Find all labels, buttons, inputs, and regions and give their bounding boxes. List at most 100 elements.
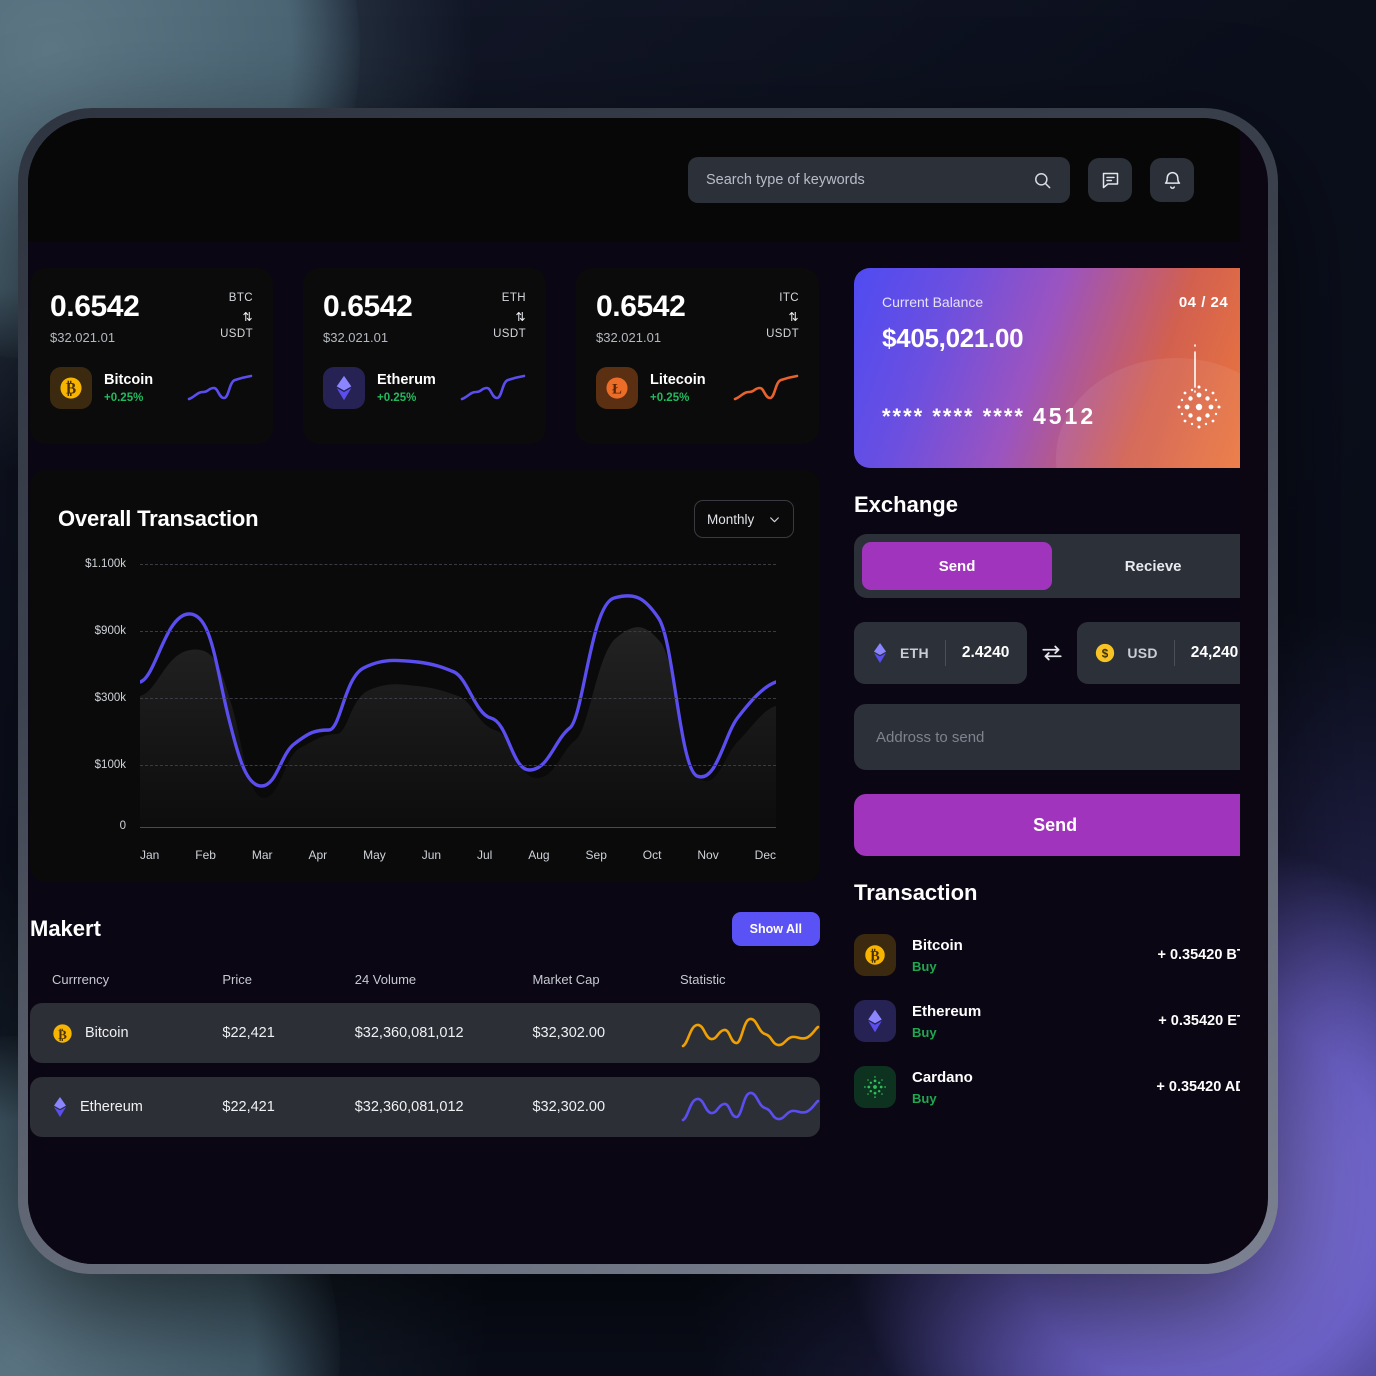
svg-text:₿: ₿ (870, 948, 880, 964)
x-tick-label: Jul (476, 848, 493, 862)
transaction-amount: + 0.35420 BTC (1157, 947, 1240, 963)
divider (944, 640, 946, 666)
column-header-market-cap: Market Cap (532, 972, 600, 987)
exchange-from-symbol: ETH (900, 645, 929, 661)
column-header-price: Price (222, 972, 252, 987)
exchange-title: Exchange (854, 492, 958, 517)
cell-statistic (680, 1003, 820, 1063)
column-header-statistic: Statistic (680, 972, 726, 987)
statistic-sparkline (680, 1012, 820, 1054)
chart-gridline (140, 564, 776, 565)
send-button[interactable]: Send (854, 794, 1240, 856)
address-input[interactable] (854, 704, 1240, 770)
exchange-from-chip[interactable]: ETH 2.4240 (854, 622, 1028, 684)
list-item[interactable]: Ethereum Buy + 0.35420 ETH (854, 988, 1240, 1054)
divider (1173, 640, 1175, 666)
transaction-amount: + 0.35420 ADA (1156, 1079, 1240, 1095)
ethereum-icon (323, 367, 365, 409)
cell-market-cap: $32,302.00 (532, 1003, 680, 1063)
cell-price: $22,421 (222, 1003, 355, 1063)
chart-gridline (140, 698, 776, 699)
swap-arrows-icon[interactable] (1039, 640, 1065, 666)
swap-vertical-icon: ⇅ (515, 309, 526, 324)
x-tick-label: Nov (697, 848, 719, 862)
transaction-type: Buy (912, 1024, 937, 1040)
coin-amount: 0.6542 (596, 290, 686, 323)
swap-vertical-icon: ⇅ (788, 309, 799, 324)
cardano-dots-icon (1174, 382, 1224, 432)
list-item[interactable]: ₿ Bitcoin Buy + 0.35420 BTC (854, 922, 1240, 988)
overall-transaction-card: Overall Transaction Monthly $1.100k $900… (30, 470, 820, 882)
card-number-masked: **** **** **** (882, 404, 1025, 429)
cell-price: $22,421 (222, 1077, 355, 1137)
transaction-amount: + 0.35420 ETH (1158, 1013, 1240, 1029)
ethereum-icon (52, 1096, 68, 1118)
exchange-to-value[interactable]: 24,240 (1191, 644, 1238, 662)
cell-market-cap: $32,302.00 (532, 1077, 680, 1137)
chart-gridline (140, 631, 776, 632)
coin-name: Etherum (377, 372, 436, 388)
x-tick-label: Jun (421, 848, 442, 862)
coin-quote-symbol: USDT (766, 328, 799, 341)
svg-text:$: $ (1102, 648, 1109, 661)
coin-card-litecoin[interactable]: 0.6542 $32.021.01 ITC ⇅ USDT Ł Litecoin … (576, 268, 819, 444)
currency-name: Ethereum (80, 1099, 143, 1115)
coin-card-etherum[interactable]: 0.6542 $32.021.01 ETH ⇅ USDT Etherum +0.… (303, 268, 546, 444)
x-tick-label: May (363, 848, 386, 862)
coin-usd-value: $32.021.01 (50, 330, 116, 345)
transaction-type: Buy (912, 958, 937, 974)
search-input[interactable] (706, 172, 1033, 188)
transaction-name: Cardano (912, 1068, 973, 1086)
coin-card-bitcoin[interactable]: 0.6542 $32.021.01 BTC ⇅ USDT ₿ Bitcoin +… (30, 268, 273, 444)
litecoin-icon: Ł (596, 367, 638, 409)
search-icon[interactable] (1033, 171, 1052, 190)
messages-button[interactable] (1088, 158, 1132, 202)
balance-label: Current Balance (882, 294, 984, 310)
table-row[interactable]: ₿ Bitcoin $22,421 $32,360,081,012 $32,30… (30, 1003, 820, 1063)
transaction-type: Buy (912, 1090, 937, 1106)
table-header-row: Currrency Price 24 Volume Market Cap Sta… (30, 966, 820, 989)
table-row[interactable]: Ethereum $22,421 $32,360,081,012 $32,302… (30, 1077, 820, 1137)
notifications-button[interactable] (1150, 158, 1194, 202)
search-bar[interactable] (688, 157, 1070, 203)
balance-amount: $405,021.00 (882, 323, 1024, 353)
contactless-icon (1188, 342, 1202, 394)
coin-sparkline (187, 368, 253, 408)
cell-volume: $32,360,081,012 (354, 1003, 533, 1063)
x-tick-label: Jan (140, 848, 160, 862)
balance-card[interactable]: Current Balance 04 / 24 $405,021.00 ****… (854, 268, 1240, 468)
coin-quote-symbol: USDT (220, 328, 253, 341)
exchange-swap-row: ETH 2.4240 $ USD 24,240 (854, 622, 1240, 684)
exchange-to-chip[interactable]: $ USD 24,240 (1077, 622, 1240, 684)
coin-usd-value: $32.021.01 (323, 330, 389, 345)
column-header-volume: 24 Volume (354, 972, 417, 987)
exchange-mode-toggle: Send Recieve (854, 534, 1240, 598)
coin-base-symbol: BTC (228, 292, 253, 304)
transaction-name: Ethereum (912, 1002, 982, 1020)
card-number-last4: 4512 (1032, 403, 1097, 429)
list-item[interactable]: Cardano Buy + 0.35420 ADA (854, 1054, 1240, 1120)
svg-text:₿: ₿ (66, 381, 76, 398)
bitcoin-icon: ₿ (854, 934, 896, 976)
period-select[interactable]: Monthly (694, 500, 794, 538)
tab-send[interactable]: Send (862, 542, 1053, 590)
ethereum-icon (854, 1000, 896, 1042)
tab-recieve[interactable]: Recieve (1058, 542, 1240, 590)
show-all-button[interactable]: Show All (731, 912, 820, 946)
bitcoin-icon: ₿ (52, 1023, 73, 1044)
exchange-from-value[interactable]: 2.4240 (962, 644, 1009, 662)
x-tick-label: Aug (528, 848, 550, 862)
chart-x-axis-line (140, 827, 776, 828)
chart-x-axis: Jan Feb Mar Apr May Jun Jul Aug Sep Oct … (140, 848, 776, 862)
transaction-chart: $1.100k $900k $300k $100k 0 Jan Feb Mar … (58, 558, 794, 862)
market-header: Makert Show All (30, 912, 820, 946)
coin-change: +0.25% (377, 392, 417, 404)
transaction-list: ₿ Bitcoin Buy + 0.35420 BTC (854, 922, 1240, 1120)
y-tick-label: $100k (94, 759, 126, 771)
cell-volume: $32,360,081,012 (354, 1077, 533, 1137)
notification-bell-icon (1162, 170, 1183, 191)
dollar-coin-icon: $ (1095, 643, 1115, 663)
svg-text:Ł: Ł (612, 382, 622, 398)
coin-cards-row: 0.6542 $32.021.01 BTC ⇅ USDT ₿ Bitcoin +… (30, 268, 820, 444)
coin-pair: BTC ⇅ USDT (220, 290, 253, 344)
